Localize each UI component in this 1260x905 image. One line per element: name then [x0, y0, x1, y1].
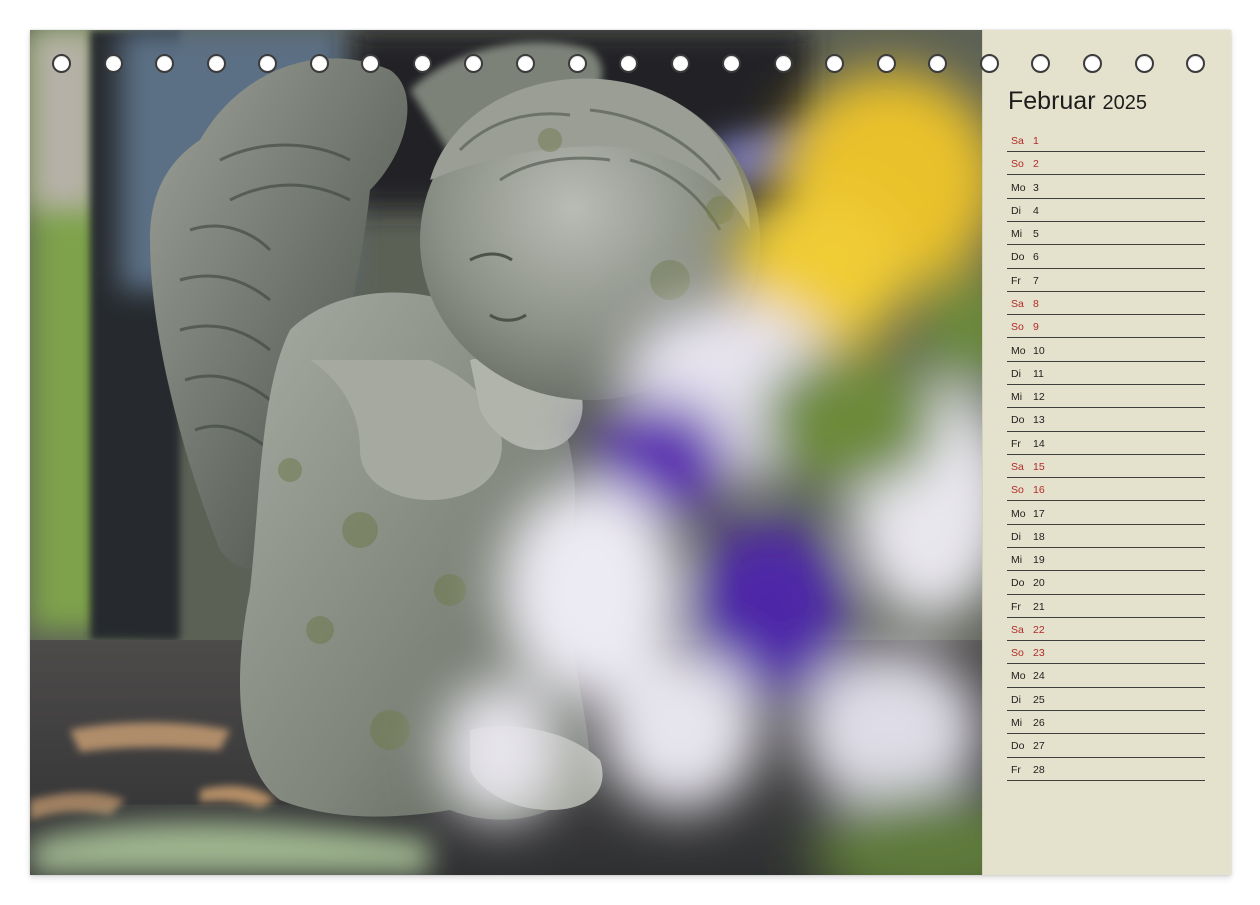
day-number: 3 [1033, 181, 1039, 194]
weekday-label: Mo [1011, 507, 1026, 520]
weekday-label: So [1011, 158, 1024, 171]
day-number: 7 [1033, 274, 1039, 287]
month-title: Februar 2025 [1008, 85, 1147, 119]
weekday-label: Fr [1011, 600, 1021, 613]
weekday-label: Di [1011, 530, 1021, 543]
weekday-label: Sa [1011, 460, 1024, 473]
day-number: 14 [1033, 437, 1045, 450]
day-number: 24 [1033, 670, 1045, 683]
day-row: So 16 [1007, 479, 1205, 502]
month-name: Februar [1008, 87, 1096, 115]
photo-illustration [30, 30, 982, 875]
weekday-label: Do [1011, 414, 1025, 427]
weekday-label: Di [1011, 693, 1021, 706]
day-row: So 23 [1007, 642, 1205, 665]
day-row: Do 20 [1007, 572, 1205, 595]
day-number: 10 [1033, 344, 1045, 357]
day-number: 15 [1033, 460, 1045, 473]
day-number: 2 [1033, 158, 1039, 171]
day-row: Do 27 [1007, 735, 1205, 758]
day-number: 23 [1033, 647, 1045, 660]
day-number: 6 [1033, 251, 1039, 264]
day-row: Fr 21 [1007, 596, 1205, 618]
day-row: Mo 24 [1007, 665, 1205, 688]
day-row: Mo 10 [1007, 340, 1205, 362]
day-number: 4 [1033, 204, 1039, 217]
weekday-label: Mi [1011, 717, 1023, 730]
day-row: Di 25 [1007, 689, 1205, 711]
weekday-label: So [1011, 484, 1024, 497]
day-number: 18 [1033, 530, 1045, 543]
day-row: Fr 28 [1007, 759, 1205, 781]
day-row: Mi 19 [1007, 549, 1205, 572]
day-number: 12 [1033, 391, 1045, 404]
weekday-label: Di [1011, 367, 1021, 380]
day-row: Fr 14 [1007, 433, 1205, 455]
day-row: Sa 15 [1007, 456, 1205, 479]
day-row: Fr 7 [1007, 270, 1205, 292]
day-row: So 2 [1007, 153, 1205, 176]
weekday-label: Di [1011, 204, 1021, 217]
day-number: 19 [1033, 554, 1045, 567]
weekday-label: Sa [1011, 135, 1024, 147]
day-number: 1 [1033, 135, 1039, 147]
weekday-label: Fr [1011, 274, 1021, 287]
day-number: 5 [1033, 228, 1039, 241]
day-row: Sa 22 [1007, 619, 1205, 642]
day-number: 28 [1033, 763, 1045, 776]
day-number: 21 [1033, 600, 1045, 613]
weekday-label: Mo [1011, 670, 1026, 683]
day-row: Mo 17 [1007, 503, 1205, 525]
weekday-label: Mo [1011, 181, 1026, 194]
day-number: 20 [1033, 577, 1045, 590]
weekday-label: Do [1011, 251, 1025, 264]
day-row: Di 4 [1007, 200, 1205, 223]
weekday-label: So [1011, 321, 1024, 334]
day-number: 13 [1033, 414, 1045, 427]
day-row: Mi 5 [1007, 223, 1205, 246]
cherub-statue-photo [30, 30, 982, 875]
day-row: Mo 3 [1007, 177, 1205, 199]
weekday-label: Mi [1011, 554, 1023, 567]
weekday-label: Do [1011, 740, 1025, 753]
day-number: 26 [1033, 717, 1045, 730]
weekday-label: So [1011, 647, 1024, 660]
calendar-side-panel: Februar 2025 Sa 1 So 2 Mo 3 Di 4 Mi 5 Do 6 Fr 7 Sa 8 So 9… [982, 30, 1231, 875]
weekday-label: Mi [1011, 228, 1023, 241]
day-number: 9 [1033, 321, 1039, 334]
weekday-label: Sa [1011, 623, 1024, 636]
day-number: 22 [1033, 623, 1045, 636]
day-row: Mi 26 [1007, 712, 1205, 735]
calendar-page: Februar 2025 Sa 1 So 2 Mo 3 Di 4 Mi 5 Do 6 Fr 7 Sa 8 So 9… [30, 30, 1231, 875]
day-number: 27 [1033, 740, 1045, 753]
day-row: Do 13 [1007, 409, 1205, 432]
weekday-label: Fr [1011, 437, 1021, 450]
weekday-label: Mo [1011, 344, 1026, 357]
day-number: 16 [1033, 484, 1045, 497]
weekday-label: Sa [1011, 297, 1024, 310]
day-row: Di 18 [1007, 526, 1205, 548]
day-row: Do 6 [1007, 246, 1205, 269]
day-row: So 9 [1007, 316, 1205, 339]
day-number: 17 [1033, 507, 1045, 520]
weekday-label: Mi [1011, 391, 1023, 404]
year-label: 2025 [1102, 92, 1148, 114]
day-number: 11 [1033, 367, 1044, 380]
day-list: Sa 1 So 2 Mo 3 Di 4 Mi 5 Do 6 Fr 7 Sa 8 So 9 Mo 10 Di 11 Mi 12 D… [1007, 130, 1205, 782]
day-number: 25 [1033, 693, 1045, 706]
day-row: Mi 12 [1007, 386, 1205, 409]
day-number: 8 [1033, 297, 1039, 310]
day-row: Sa 8 [1007, 293, 1205, 316]
day-row: Sa 1 [1007, 130, 1205, 153]
weekday-label: Fr [1011, 763, 1021, 776]
weekday-label: Do [1011, 577, 1025, 590]
day-row: Di 11 [1007, 363, 1205, 385]
